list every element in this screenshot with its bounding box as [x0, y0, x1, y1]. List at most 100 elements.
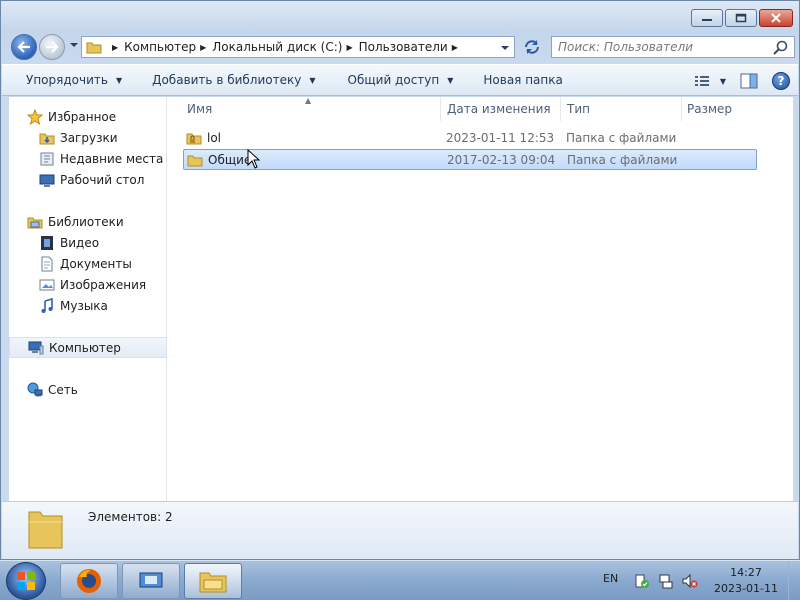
taskbar-app[interactable] [122, 563, 180, 599]
breadcrumb-label: Пользователи [358, 40, 448, 54]
sidebar-item-label: Сеть [48, 382, 78, 397]
network-status-icon[interactable] [658, 573, 674, 589]
address-bar[interactable]: ▶ Компьютер ▶ Локальный диск (C:) ▶ Пользо… [81, 36, 515, 58]
breadcrumb-separator-icon[interactable]: ▶ [112, 43, 118, 52]
sort-ascending-icon: ▲ [305, 96, 312, 105]
close-button[interactable] [759, 9, 793, 27]
clock[interactable]: 14:27 2023-01-11 [706, 565, 786, 597]
breadcrumb-users[interactable]: Пользователи ▶ [359, 37, 464, 57]
taskbar-firefox[interactable] [60, 563, 118, 599]
search-input[interactable] [558, 37, 768, 57]
command-bar: Упорядочить ▼ Добавить в библиотеку ▼ Общи… [2, 64, 798, 96]
breadcrumb-computer[interactable]: Компьютер ▶ [124, 37, 212, 57]
caption-buttons [691, 9, 793, 27]
minimize-icon [702, 19, 712, 21]
sidebar-item-network[interactable]: Сеть [9, 379, 167, 400]
sidebar-item-desktop[interactable]: Рабочий стол [9, 169, 167, 190]
folder-locked-icon [186, 133, 202, 145]
column-divider[interactable] [560, 97, 561, 121]
explorer-window: ▶ Компьютер ▶ Локальный диск (C:) ▶ Пользо… [0, 0, 800, 560]
breadcrumb-local-disk[interactable]: Локальный диск (C:) ▶ [212, 37, 358, 57]
breadcrumb-separator-icon[interactable]: ▶ [452, 43, 458, 52]
add-to-library-button[interactable]: Добавить в библиотеку ▼ [134, 64, 327, 96]
sidebar-item-favorites[interactable]: Избранное [9, 106, 167, 127]
breadcrumb-label: Компьютер [124, 40, 197, 54]
sidebar-item-pictures[interactable]: Изображения [9, 274, 167, 295]
recent-pages-dropdown-icon[interactable] [69, 41, 79, 49]
column-header-date[interactable]: Дата изменения [447, 102, 551, 116]
item-count: Элементов: 2 [88, 510, 173, 524]
file-row[interactable]: lol 2023-01-11 12:53 Папка с файлами [183, 128, 757, 149]
view-list-icon [694, 76, 709, 86]
preview-pane-icon[interactable] [740, 73, 758, 89]
file-name: Общие [208, 153, 252, 167]
clock-date: 2023-01-11 [714, 582, 778, 595]
sidebar-item-libraries[interactable]: Библиотеки [9, 211, 167, 232]
navigation-pane: Избранное Загрузки Недавние места Рабочи… [9, 97, 167, 501]
volume-muted-icon[interactable] [682, 573, 698, 589]
arrow-right-icon [46, 41, 59, 53]
sidebar-item-label: Документы [60, 256, 132, 271]
minimize-button[interactable] [691, 9, 723, 27]
sidebar-item-documents[interactable]: Документы [9, 253, 167, 274]
action-center-icon[interactable] [634, 573, 650, 589]
show-desktop-button[interactable] [788, 561, 800, 600]
refresh-icon [525, 40, 539, 54]
navigation-row: ▶ Компьютер ▶ Локальный диск (C:) ▶ Пользо… [9, 34, 795, 60]
column-header-type[interactable]: Тип [567, 102, 590, 116]
start-button[interactable] [6, 562, 46, 600]
breadcrumb-separator-icon[interactable]: ▶ [200, 43, 206, 52]
video-icon [39, 235, 55, 251]
sidebar-item-recent-places[interactable]: Недавние места [9, 148, 167, 169]
search-icon[interactable] [773, 40, 789, 56]
libraries-group: Библиотеки Видео Документы Изображения М… [9, 211, 167, 316]
organize-button[interactable]: Упорядочить ▼ [2, 64, 134, 96]
language-indicator[interactable]: EN [603, 572, 618, 585]
view-options-button[interactable]: ▼ [694, 74, 726, 88]
refresh-button[interactable] [519, 36, 545, 58]
sidebar-item-label: Загрузки [60, 130, 118, 145]
recent-places-icon [39, 151, 55, 167]
sidebar-item-music[interactable]: Музыка [9, 295, 167, 316]
taskbar-explorer[interactable] [184, 563, 242, 599]
file-type: Папка с файлами [566, 131, 677, 145]
sidebar-item-label: Музыка [60, 298, 108, 313]
share-button[interactable]: Общий доступ ▼ [328, 64, 466, 96]
breadcrumb-separator-icon[interactable]: ▶ [346, 43, 352, 52]
maximize-button[interactable] [725, 9, 757, 27]
search-box[interactable] [551, 36, 795, 58]
chevron-down-icon: ▼ [447, 75, 454, 85]
explorer-folder-icon [199, 572, 227, 593]
new-folder-label: Новая папка [483, 73, 563, 87]
back-button[interactable] [11, 34, 37, 60]
column-divider[interactable] [440, 97, 441, 121]
sidebar-item-label: Рабочий стол [60, 172, 145, 187]
content-area: Избранное Загрузки Недавние места Рабочи… [9, 96, 793, 501]
chevron-down-icon: ▼ [309, 75, 316, 85]
file-row-selected[interactable]: Общие 2017-02-13 09:04 Папка с файлами [183, 149, 757, 170]
mouse-cursor-icon [247, 149, 261, 169]
address-dropdown-icon[interactable] [500, 44, 510, 52]
file-date: 2017-02-13 09:04 [447, 153, 556, 167]
arrow-left-icon [17, 41, 30, 53]
favorites-group: Избранное Загрузки Недавние места Рабочи… [9, 106, 167, 190]
back-forward-group [11, 34, 87, 60]
column-divider[interactable] [681, 97, 682, 121]
forward-button[interactable] [39, 34, 65, 60]
add-to-library-label: Добавить в библиотеку [152, 73, 302, 87]
toolbar-right-group: ▼ ? [694, 65, 790, 97]
windows-logo-icon [17, 572, 35, 590]
star-icon [27, 108, 43, 125]
column-header-size[interactable]: Размер [687, 102, 732, 116]
sidebar-item-label: Изображения [60, 277, 147, 292]
column-header-name[interactable]: Имя [187, 102, 212, 116]
folder-icon [187, 155, 203, 167]
firefox-icon [77, 569, 101, 593]
sidebar-item-label: Библиотеки [48, 214, 124, 229]
sidebar-item-computer[interactable]: Компьютер [9, 337, 167, 358]
help-icon[interactable]: ? [772, 72, 790, 90]
maximize-icon [735, 13, 747, 23]
sidebar-item-downloads[interactable]: Загрузки [9, 127, 167, 148]
new-folder-button[interactable]: Новая папка [465, 64, 574, 96]
sidebar-item-videos[interactable]: Видео [9, 232, 167, 253]
